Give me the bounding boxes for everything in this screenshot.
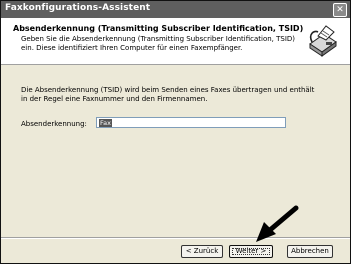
page-description: Geben Sie die Absenderkennung (Transmitt…	[21, 35, 296, 52]
page-title: Absenderkennung (Transmitting Subscriber…	[13, 24, 304, 33]
sender-id-label: Absenderkennung:	[21, 120, 87, 128]
fax-machine-icon	[309, 25, 337, 57]
wizard-header: Absenderkennung (Transmitting Subscriber…	[1, 18, 350, 65]
close-button[interactable]: ✕	[333, 3, 347, 17]
sender-id-value: Fax	[99, 119, 112, 127]
sender-id-input[interactable]: Fax	[96, 117, 286, 128]
pointer-arrow-icon	[256, 205, 299, 242]
back-button[interactable]: < Zurück	[181, 245, 223, 258]
title-bar[interactable]: Faxkonfigurations-Assistent ✕	[1, 1, 350, 18]
close-icon: ✕	[336, 5, 344, 15]
window-title: Faxkonfigurations-Assistent	[5, 3, 151, 13]
cancel-button[interactable]: Abbrechen	[287, 245, 333, 258]
focus-rect	[232, 248, 270, 255]
info-text: Die Absenderkennung (TSID) wird beim Sen…	[21, 86, 315, 103]
next-button[interactable]: Weiter >	[229, 245, 273, 258]
